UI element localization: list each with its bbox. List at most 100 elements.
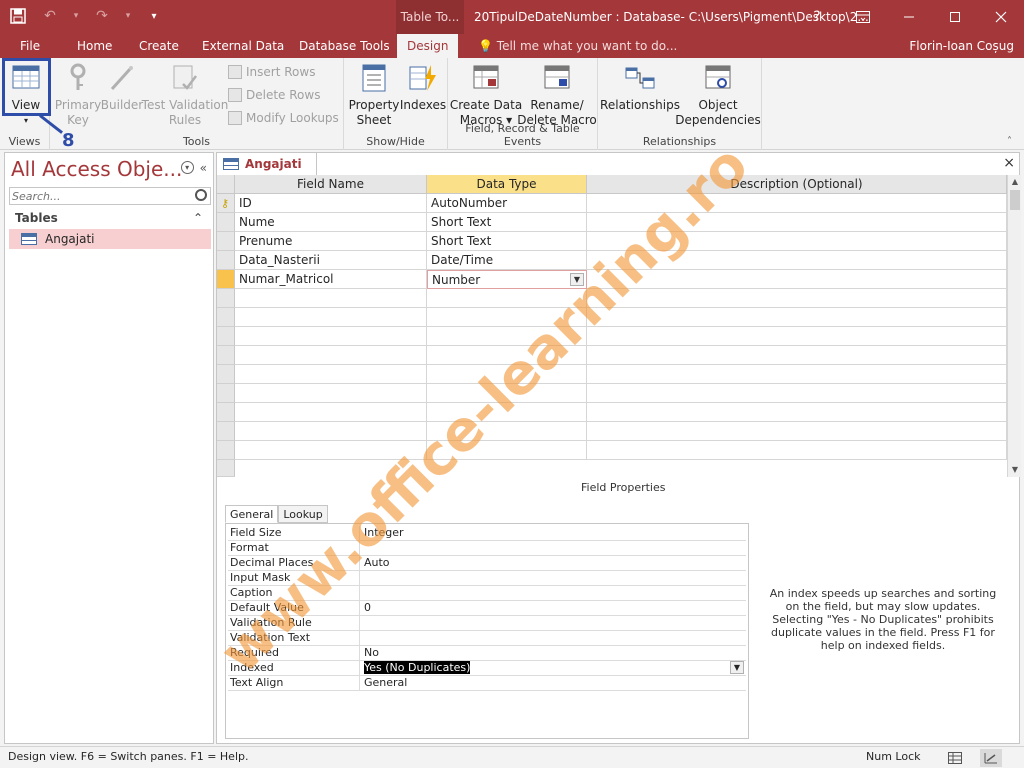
property-row[interactable]: Validation Text [228,631,746,646]
collapse-section-icon[interactable]: ⌃ [193,209,203,227]
empty-cell[interactable] [587,403,1007,422]
chevron-down-icon[interactable]: ▼ [570,273,584,286]
property-row[interactable]: Text Align General [228,676,746,691]
row-selector[interactable] [217,422,235,441]
indexes-button[interactable]: Indexes [400,62,446,113]
empty-cell[interactable] [427,441,587,460]
empty-cell[interactable] [427,308,587,327]
empty-cell[interactable] [235,365,427,384]
empty-cell[interactable] [587,327,1007,346]
property-value[interactable] [364,586,744,601]
data-type-cell[interactable]: Date/Time [427,251,587,270]
row-selector[interactable] [217,327,235,346]
modify-lookups-button[interactable]: Modify Lookups [228,108,339,128]
document-tab-angajati[interactable]: Angajati [217,153,317,175]
empty-cell[interactable] [587,365,1007,384]
data-type-cell[interactable]: Short Text [427,213,587,232]
property-row[interactable]: Required No [228,646,746,661]
empty-cell[interactable] [587,384,1007,403]
property-sheet-button[interactable]: Property Sheet [348,62,400,128]
property-value-select[interactable]: Yes (No Duplicates) [364,661,744,676]
property-value[interactable] [364,631,744,646]
nav-search-input[interactable] [10,188,190,204]
empty-cell[interactable] [235,384,427,403]
row-selector[interactable] [217,403,235,422]
scroll-down-icon[interactable]: ▼ [1008,463,1022,477]
object-dependencies-button[interactable]: Object Dependencies [675,62,761,128]
property-row[interactable]: Input Mask [228,571,746,586]
property-value[interactable] [364,616,744,631]
empty-cell[interactable] [235,403,427,422]
empty-cell[interactable] [427,346,587,365]
datasheet-view-icon[interactable] [944,749,966,767]
row-selector[interactable] [217,460,235,477]
header-field-name[interactable]: Field Name [235,175,427,194]
grid-vertical-scrollbar[interactable]: ▲ ▼ [1007,175,1021,477]
tab-general[interactable]: General [225,505,279,523]
property-row[interactable]: Caption [228,586,746,601]
empty-cell[interactable] [235,289,427,308]
property-row[interactable]: Decimal Places Auto [228,556,746,571]
search-icon[interactable] [195,189,207,201]
property-value[interactable] [364,571,744,586]
field-name-cell[interactable]: Data_Nasterii [235,251,427,270]
description-cell[interactable] [587,270,1007,289]
undo-icon[interactable]: ↶ [40,6,60,26]
redo-dropdown-icon[interactable]: ▾ [124,6,132,26]
design-view-icon[interactable] [980,749,1002,767]
empty-cell[interactable] [235,422,427,441]
undo-dropdown-icon[interactable]: ▾ [72,6,80,26]
chevron-down-icon[interactable]: ▼ [730,661,744,674]
nav-section-tables[interactable]: Tables ⌃ [9,209,211,227]
field-name-cell[interactable]: Numar_Matricol [235,270,427,289]
grid-corner[interactable] [217,175,235,194]
empty-cell[interactable] [427,365,587,384]
test-validation-rules-button[interactable]: Test Validation Rules [142,62,228,128]
tab-file[interactable]: File [20,34,40,58]
row-selector[interactable]: ⚷ [217,194,235,213]
row-selector[interactable] [217,232,235,251]
rename-delete-macro-button[interactable]: Rename/ Delete Macro [517,62,597,128]
close-document-icon[interactable]: × [1003,155,1015,171]
property-row[interactable]: Field Size Integer [228,526,746,541]
row-selector-current[interactable] [217,270,235,289]
scroll-thumb[interactable] [1010,190,1020,210]
tab-lookup[interactable]: Lookup [278,505,328,523]
save-icon[interactable] [8,6,28,26]
property-value[interactable] [364,541,744,556]
description-cell[interactable] [587,232,1007,251]
empty-cell[interactable] [235,346,427,365]
close-icon[interactable] [978,0,1024,34]
create-data-macros-button[interactable]: Create Data Macros ▾ [450,62,522,128]
data-type-cell[interactable]: AutoNumber [427,194,587,213]
nav-title[interactable]: All Access Obje... [11,157,182,181]
property-row[interactable]: Indexed Yes (No Duplicates) ▼ [228,661,746,676]
user-name[interactable]: Florin-Ioan Coșug [909,34,1014,58]
delete-rows-button[interactable]: Delete Rows [228,85,320,105]
row-selector[interactable] [217,213,235,232]
tell-me-box[interactable]: 💡 Tell me what you want to do... [478,34,677,58]
shutter-bar-close-icon[interactable]: « [200,161,207,175]
maximize-icon[interactable] [932,0,978,34]
empty-cell[interactable] [427,422,587,441]
description-cell[interactable] [587,213,1007,232]
property-row[interactable]: Format [228,541,746,556]
scroll-up-icon[interactable]: ▲ [1008,175,1022,189]
tab-create[interactable]: Create [139,34,179,58]
relationships-button[interactable]: Relationships [600,62,680,113]
row-selector[interactable] [217,384,235,403]
empty-cell[interactable] [427,327,587,346]
data-type-cell[interactable]: Short Text [427,232,587,251]
row-selector[interactable] [217,441,235,460]
nav-menu-dropdown-icon[interactable]: ▾ [180,161,194,174]
property-value[interactable]: General [364,676,744,691]
empty-cell[interactable] [587,308,1007,327]
description-cell[interactable] [587,251,1007,270]
primary-key-button[interactable]: Primary Key [55,62,101,128]
customize-qat-icon[interactable]: ▾ [144,6,164,26]
ribbon-display-icon[interactable] [840,0,886,34]
tab-home[interactable]: Home [77,34,112,58]
property-value[interactable]: 0 [364,601,744,616]
collapse-ribbon-icon[interactable]: ˄ [1007,136,1012,147]
header-description[interactable]: Description (Optional) [587,175,1007,194]
